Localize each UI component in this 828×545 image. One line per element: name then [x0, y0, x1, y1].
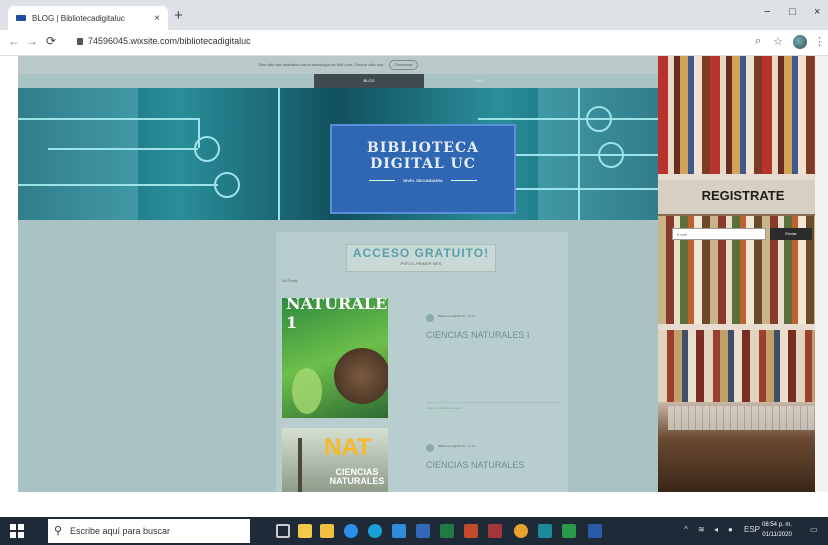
post-cover-text: NATURALES 1 [286, 298, 388, 332]
bookmark-star-icon[interactable]: ☆ [773, 35, 783, 48]
close-tab-icon[interactable]: × [154, 13, 160, 24]
publisher-icon[interactable] [538, 524, 552, 538]
edge-icon[interactable] [344, 524, 358, 538]
submit-button[interactable]: Enviar [770, 228, 812, 240]
header-banner: BIBLIOTECA DIGITAL UC NIVEL SECUNDARIA [18, 88, 658, 220]
keyboard-image [668, 406, 818, 430]
free-access-banner[interactable]: ACCESO GRATUITO! POR EL PRIMER MES [346, 244, 496, 272]
store-icon[interactable] [320, 524, 334, 538]
language-indicator[interactable]: ESP [744, 525, 760, 534]
excel-icon[interactable] [440, 524, 454, 538]
access-icon[interactable] [488, 524, 502, 538]
tab-title: BLOG | Bibliotecadigitaluc [32, 13, 125, 23]
new-tab-button[interactable]: + [174, 7, 183, 24]
post-title[interactable]: CIENCIAS NATURALES [426, 460, 524, 470]
menu-item-inicio[interactable]: Inicio [424, 74, 534, 88]
register-heading: REGISTRATE [701, 188, 785, 203]
wix-favicon-icon [16, 15, 26, 21]
author-avatar [426, 444, 434, 452]
project-icon[interactable] [562, 524, 576, 538]
onedrive-icon[interactable]: ● [728, 525, 733, 534]
menu-dots-icon[interactable]: ⋮ [814, 35, 825, 48]
post-cover-image[interactable]: NAT CIENCIAS NATURALES [282, 428, 388, 492]
windows-taskbar: ⚲ Escribe aquí para buscar ^ ≋ ◂ ● ESP 0… [0, 517, 828, 545]
site-menu: BLOG Inicio [314, 74, 534, 88]
menu-item-blog[interactable]: BLOG [314, 74, 424, 88]
url-field[interactable]: 74596045.wixsite.com/bibliotecadigitaluc [88, 36, 251, 46]
register-panel: REGISTRATE Enviar [658, 56, 828, 492]
search-icon: ⚲ [54, 525, 63, 537]
free-access-title: ACCESO GRATUITO! [352, 246, 490, 260]
powerpoint-icon[interactable] [464, 524, 478, 538]
task-view-icon[interactable] [276, 524, 290, 538]
post-cover-big-text: NAT [324, 434, 372, 461]
back-icon[interactable]: ← [8, 34, 20, 48]
bear-image [334, 348, 388, 404]
browser-tab[interactable]: BLOG | Bibliotecadigitaluc × [8, 6, 168, 30]
volume-icon[interactable]: ◂ [714, 525, 718, 534]
author-avatar [426, 314, 434, 322]
logo-line-1: BIBLIOTECA [367, 140, 479, 156]
scrollbar[interactable] [815, 56, 828, 492]
maximize-button[interactable]: □ [789, 6, 796, 18]
chrome-icon[interactable] [514, 524, 528, 538]
mail-icon[interactable] [392, 524, 406, 538]
email-field[interactable] [672, 228, 766, 240]
logo-line-2: DIGITAL UC [370, 156, 476, 172]
reload-icon[interactable]: ⟳ [46, 34, 56, 48]
clock-time: 08:54 p. m. [762, 522, 793, 528]
free-access-subtitle: POR EL PRIMER MES [400, 261, 442, 266]
logo-line-3: NIVEL SECUNDARIA [403, 178, 443, 183]
network-icon[interactable]: ≋ [698, 525, 705, 534]
post-cover-text: CIENCIAS NATURALES [329, 467, 385, 486]
clock-date: 01/11/2020 [762, 532, 792, 538]
file-explorer-icon[interactable] [298, 524, 312, 538]
taskbar-clock[interactable]: 08:54 p. m. 01/11/2020 [762, 520, 792, 540]
blog-feed: ACCESO GRATUITO! POR EL PRIMER MES All P… [276, 232, 568, 492]
profile-avatar[interactable] [793, 35, 807, 49]
post-cover-image[interactable]: NATURALES 1 [282, 298, 388, 418]
tray-chevron-icon[interactable]: ^ [684, 525, 688, 534]
skype-icon[interactable] [368, 524, 382, 538]
address-bar: ← → ⟳ 74596045.wixsite.com/bibliotecadig… [0, 30, 828, 56]
taskbar-search-placeholder: Escribe aquí para buscar [70, 526, 171, 536]
post-author: Biblioteca Digital UC · 1 min [438, 314, 476, 318]
post-footer: 0 views · Write a comment [426, 402, 560, 412]
zoom-icon[interactable]: ⌕ [755, 35, 761, 48]
taskbar-search-box[interactable]: ⚲ Escribe aquí para buscar [48, 519, 250, 543]
windows-start-icon[interactable] [10, 524, 24, 538]
minimize-button[interactable]: − [764, 6, 770, 18]
browser-tab-bar: BLOG | Bibliotecadigitaluc × + − □ × [0, 0, 828, 30]
word-icon[interactable] [588, 524, 602, 538]
wix-notice-text: Este sitio fue diseñado con la tecnologí… [258, 62, 384, 67]
post-title[interactable]: CIENCIAS NATURALES I [426, 330, 529, 340]
web-page: Este sitio fue diseñado con la tecnologí… [18, 56, 658, 492]
close-window-button[interactable]: × [814, 6, 820, 18]
outlook-icon[interactable] [416, 524, 430, 538]
all-posts-link[interactable]: All Posts [282, 278, 298, 283]
lock-icon[interactable] [77, 38, 83, 45]
post-author: Biblioteca Digital UC · 1 min [438, 444, 476, 448]
wix-continue-button[interactable]: Comenzar [389, 60, 418, 70]
notifications-icon[interactable]: ▭ [810, 525, 818, 534]
site-logo[interactable]: BIBLIOTECA DIGITAL UC NIVEL SECUNDARIA [330, 124, 516, 214]
wix-notice-bar: Este sitio fue diseñado con la tecnologí… [18, 56, 658, 74]
forward-icon[interactable]: → [26, 34, 38, 48]
